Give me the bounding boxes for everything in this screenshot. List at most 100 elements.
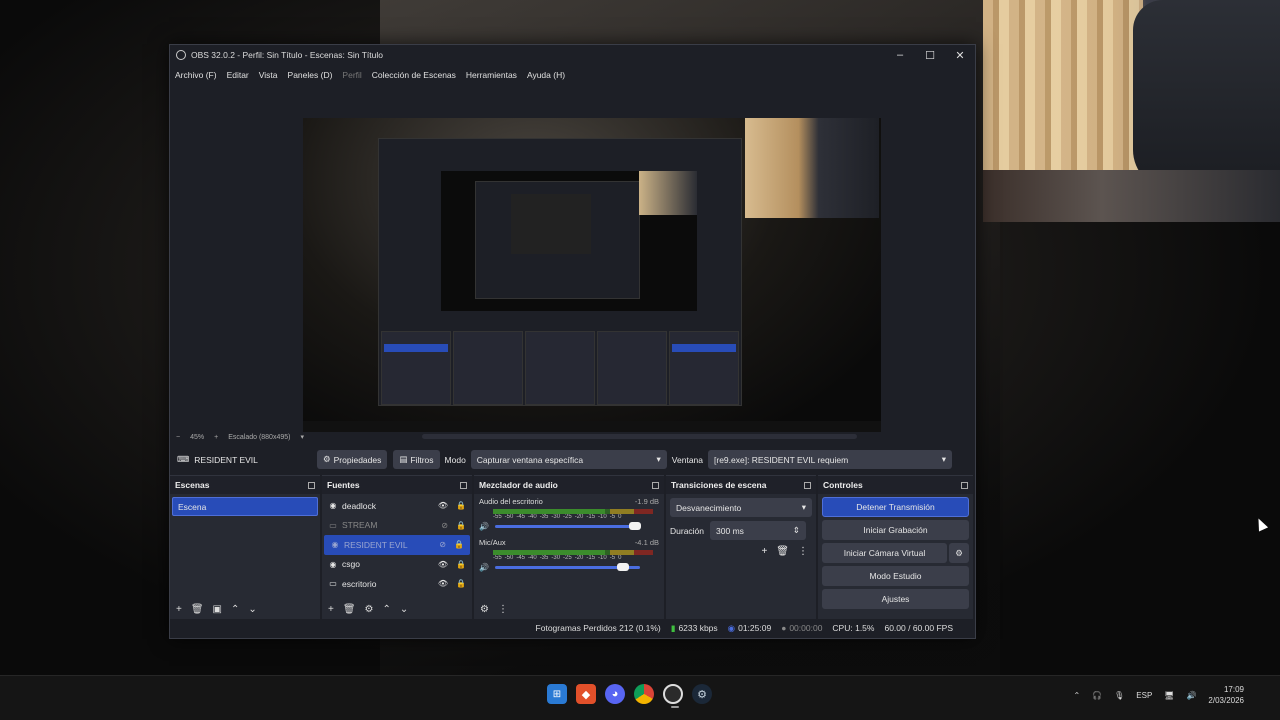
stop-stream-button[interactable]: Detener Transmisión <box>822 497 969 517</box>
minimize-button[interactable]: – <box>885 49 915 62</box>
filters-button[interactable]: ▤ Filtros <box>393 450 440 469</box>
undock-icon[interactable] <box>961 481 968 489</box>
clock-date: 2/03/2026 <box>1208 696 1244 705</box>
chevron-up-icon[interactable]: ⌃ <box>1073 691 1080 700</box>
source-item-escritorio[interactable]: ▭ escritorio 👁 🔒 <box>322 574 472 594</box>
channel-name: Mic/Aux <box>479 538 506 547</box>
steam-icon[interactable]: ⚙ <box>692 684 712 704</box>
undock-icon[interactable] <box>460 481 467 489</box>
windows-start-icon[interactable]: ⊞ <box>547 684 567 704</box>
lock-icon[interactable]: 🔒 <box>456 521 466 530</box>
stream-icon: ◉ <box>727 622 736 633</box>
source-item-resident-evil[interactable]: ◉ RESIDENT EVIL ⊘ 🔒 <box>324 535 470 555</box>
volume-slider[interactable] <box>494 522 641 530</box>
meter-ticks: -55 -50 -45 -40 -35 -30 -25 -20 -15 -10 -5 0 <box>493 555 622 561</box>
eye-icon[interactable]: 👁 <box>438 579 448 588</box>
advanced-audio-icon[interactable]: ⚙ <box>480 604 489 615</box>
undock-icon[interactable] <box>652 481 659 489</box>
preview-canvas[interactable] <box>303 118 881 432</box>
menu-herramientas[interactable]: Herramientas <box>466 70 517 80</box>
record-icon: ● <box>781 623 787 633</box>
eye-hidden-icon[interactable]: ⊘ <box>439 540 446 549</box>
maximize-button[interactable]: ☐ <box>915 49 945 62</box>
virtual-cam-settings-icon[interactable]: ⚙ <box>949 543 969 563</box>
undock-icon[interactable] <box>308 481 315 489</box>
source-item-stream[interactable]: ▭ STREAM ⊘ 🔒 <box>322 516 472 536</box>
scenes-title: Escenas <box>175 480 210 490</box>
gamepad-icon: ⌨ <box>177 454 190 464</box>
transition-select[interactable]: Desvanecimiento ▾ <box>670 498 812 517</box>
scene-item[interactable]: Escena <box>172 497 318 516</box>
mixer-channel-mic: Mic/Aux -4.1 dB -55 -50 -45 -40 -35 -30 -25 -20-… <box>474 538 664 572</box>
clock-time: 17:09 <box>1223 685 1244 694</box>
volume-slider[interactable] <box>494 563 640 571</box>
lock-icon[interactable]: 🔒 <box>456 579 466 588</box>
language-indicator[interactable]: ESP <box>1136 691 1152 700</box>
studio-mode-button[interactable]: Modo Estudio <box>822 566 969 586</box>
system-tray: ⌃ 🎧 🎙 ESP 🖥 🔊 17:09 2/03/2026 <box>1073 684 1244 706</box>
capture-mode-select[interactable]: Capturar ventana específica ▾ <box>470 450 667 469</box>
clock[interactable]: 17:09 2/03/2026 <box>1208 684 1244 706</box>
source-item-csgo[interactable]: ◉ csgo 👁 🔒 <box>322 555 472 575</box>
transition-options-icon[interactable]: ⋮ <box>798 546 808 557</box>
move-down-icon[interactable]: ⌄ <box>400 604 408 615</box>
menu-perfil[interactable]: Perfil <box>342 70 361 80</box>
eye-icon[interactable]: 👁 <box>438 501 448 510</box>
channel-name: Audio del escritorio <box>479 497 543 506</box>
brave-icon[interactable]: ◆ <box>576 684 596 704</box>
title-bar[interactable]: OBS 32.0.2 - Perfil: Sin Título - Escena… <box>170 45 975 65</box>
add-source-icon[interactable]: + <box>328 604 334 615</box>
add-transition-icon[interactable]: + <box>761 546 767 557</box>
add-scene-icon[interactable]: + <box>176 604 182 615</box>
scene-filters-icon[interactable]: ▣ <box>213 604 222 615</box>
more-options-icon[interactable]: ⋮ <box>498 604 508 615</box>
speaker-icon[interactable]: 🔊 <box>479 563 489 572</box>
status-bar: Fotogramas Perdidos 212 (0.1%) ▮ 6233 kbp… <box>170 618 975 638</box>
preview-webcam <box>745 118 879 218</box>
duration-input[interactable]: 300 ms ⇕ <box>710 521 807 540</box>
window-select[interactable]: [re9.exe]: RESIDENT EVIL requiem ▾ <box>708 450 952 469</box>
source-properties-icon[interactable]: ⚙ <box>365 604 374 615</box>
start-virtual-cam-button[interactable]: Iniciar Cámara Virtual <box>822 543 947 563</box>
preview-area[interactable] <box>172 85 975 473</box>
network-icon[interactable]: 🖥 <box>1164 691 1174 700</box>
speaker-icon[interactable]: 🔊 <box>479 522 489 531</box>
menu-coleccion[interactable]: Colección de Escenas <box>372 70 456 80</box>
lock-icon[interactable]: 🔒 <box>454 540 464 549</box>
properties-button[interactable]: ⚙ Propiedades <box>317 450 388 469</box>
lock-icon[interactable]: 🔒 <box>456 560 466 569</box>
move-down-icon[interactable]: ⌄ <box>248 604 256 615</box>
close-button[interactable]: ✕ <box>945 49 975 62</box>
zoom-in-icon[interactable]: + <box>214 434 218 441</box>
headset-icon[interactable]: 🎧 <box>1092 691 1102 700</box>
scale-dropdown-icon[interactable]: ▾ <box>300 433 304 441</box>
menu-paneles[interactable]: Paneles (D) <box>288 70 333 80</box>
settings-button[interactable]: Ajustes <box>822 589 969 609</box>
eye-hidden-icon[interactable]: ⊘ <box>441 521 448 530</box>
preview-scrollbar[interactable] <box>422 434 857 439</box>
menu-vista[interactable]: Vista <box>259 70 278 80</box>
source-item-deadlock[interactable]: ◉ deadlock 👁 🔒 <box>322 496 472 516</box>
remove-source-icon[interactable]: 🗑 <box>343 604 356 615</box>
move-up-icon[interactable]: ⌃ <box>383 604 391 615</box>
mixer-title: Mezclador de audio <box>479 480 558 490</box>
bitrate: 6233 kbps <box>678 623 718 633</box>
lock-icon[interactable]: 🔒 <box>456 501 466 510</box>
start-recording-button[interactable]: Iniciar Grabación <box>822 520 969 540</box>
eye-icon[interactable]: 👁 <box>438 560 448 569</box>
microphone-icon[interactable]: 🎙 <box>1114 691 1124 700</box>
remove-transition-icon[interactable]: 🗑 <box>776 546 789 557</box>
menu-editar[interactable]: Editar <box>227 70 249 80</box>
zoom-out-icon[interactable]: − <box>176 434 180 441</box>
undock-icon[interactable] <box>804 481 811 489</box>
obs-window: OBS 32.0.2 - Perfil: Sin Título - Escena… <box>169 44 976 639</box>
channel-db: -4.1 dB <box>634 538 659 547</box>
discord-icon[interactable]: ◕ <box>605 684 625 704</box>
menu-ayuda[interactable]: Ayuda (H) <box>527 70 565 80</box>
remove-scene-icon[interactable]: 🗑 <box>191 604 204 615</box>
chrome-icon[interactable] <box>634 684 654 704</box>
obs-icon[interactable] <box>663 684 683 708</box>
move-up-icon[interactable]: ⌃ <box>231 604 239 615</box>
volume-icon[interactable]: 🔊 <box>1186 691 1196 700</box>
menu-archivo[interactable]: Archivo (F) <box>175 70 217 80</box>
